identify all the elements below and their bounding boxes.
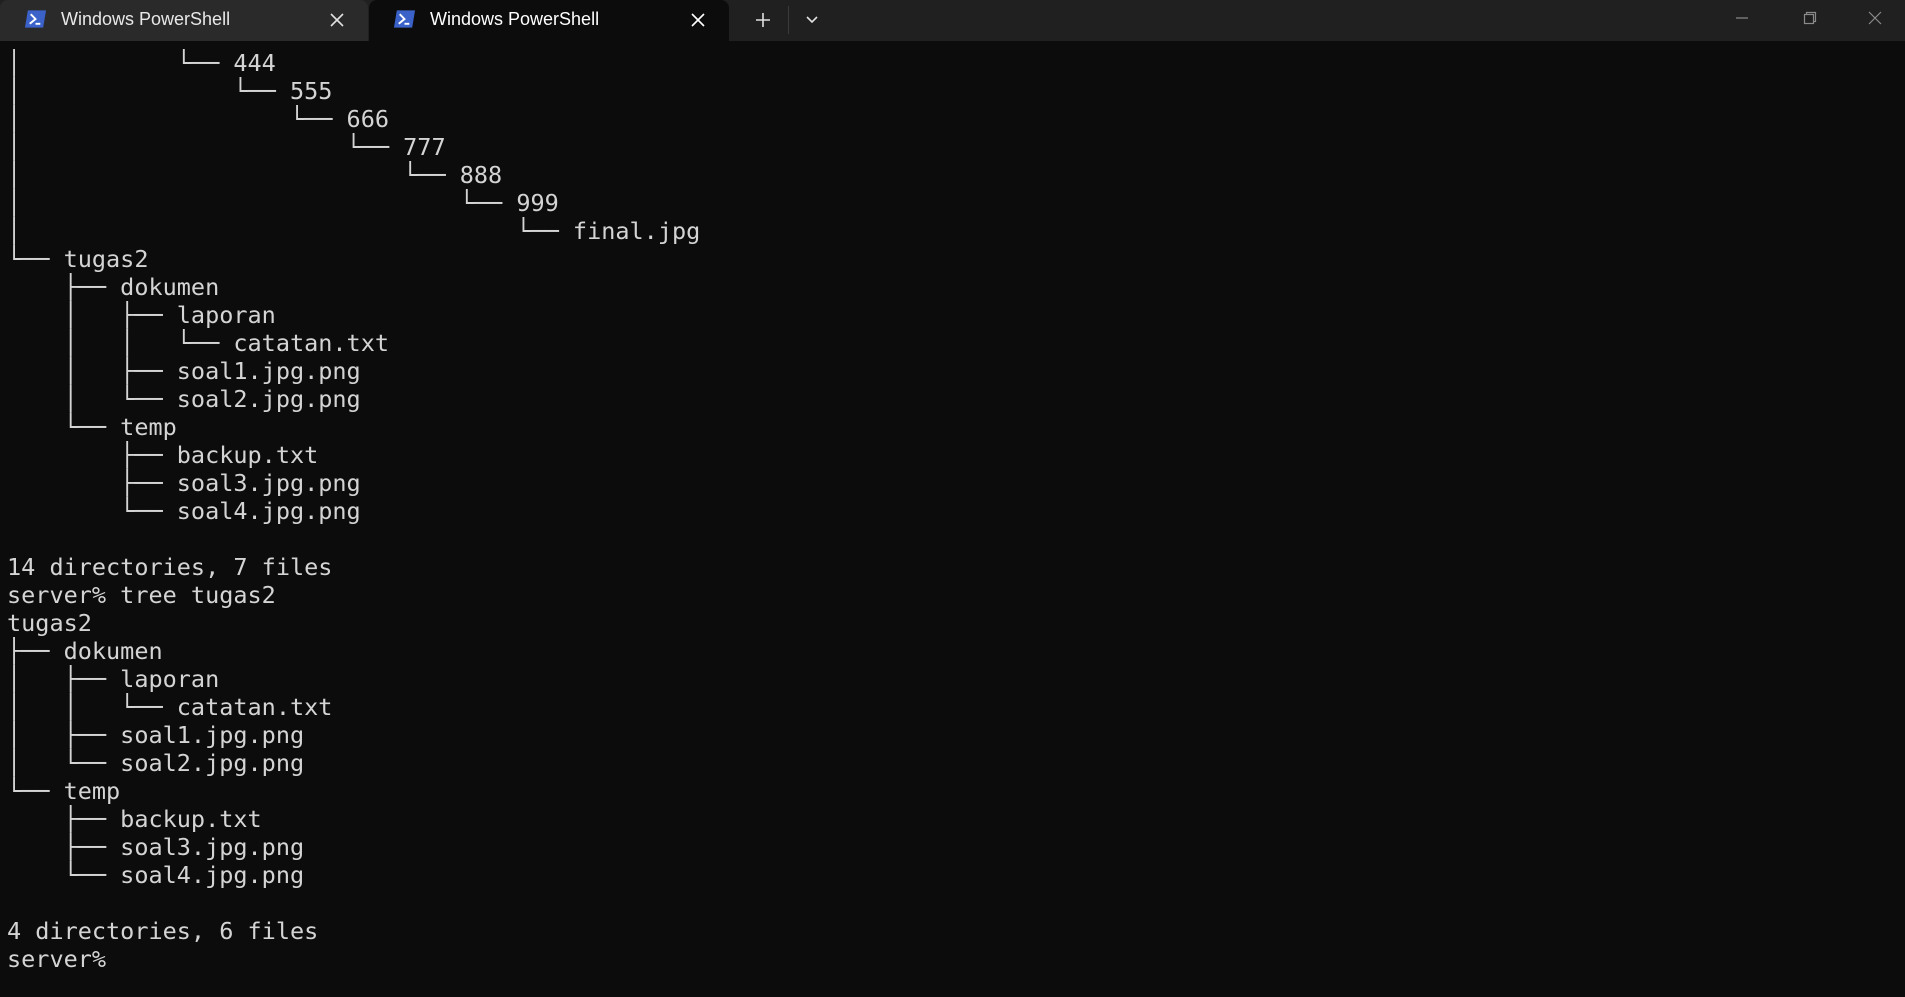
- powershell-icon: [24, 10, 47, 28]
- maximize-button[interactable]: [1776, 0, 1844, 36]
- minimize-icon: [1736, 17, 1748, 19]
- terminal-line: │ ├── laporan: [7, 301, 276, 329]
- terminal-line: ├── backup.txt: [7, 441, 319, 469]
- tab-label: Windows PowerShell: [61, 9, 231, 29]
- terminal-output[interactable]: │ └── 444 │ └── 555 │ └── 666 │ └── 777 …: [7, 49, 1897, 994]
- terminal-line: tugas2: [7, 609, 92, 637]
- terminal-line: server% tree tugas2: [7, 581, 276, 609]
- terminal-line: │ │ └── catatan.txt: [7, 329, 390, 357]
- terminal-line: │ └── 666: [7, 105, 390, 133]
- chevron-down-icon: [806, 16, 818, 24]
- scrollbar[interactable]: [1895, 41, 1905, 997]
- tab-powershell-2[interactable]: Windows PowerShell: [369, 0, 729, 41]
- terminal-line: ├── dokumen: [7, 637, 163, 665]
- tab-powershell-1[interactable]: Windows PowerShell: [0, 0, 368, 41]
- new-tab-button[interactable]: [742, 4, 784, 36]
- terminal-line: │ └── 999: [7, 189, 559, 217]
- terminal-line: │ └── 777: [7, 133, 446, 161]
- close-window-button[interactable]: [1844, 0, 1905, 36]
- terminal-line: └── soal4.jpg.png: [7, 861, 305, 889]
- terminal-line: │ └── soal2.jpg.png: [7, 749, 305, 777]
- terminal-line: ├── soal3.jpg.png: [7, 833, 305, 861]
- tab-dropdown-button[interactable]: [792, 4, 832, 36]
- terminal-prompt: server%: [7, 945, 107, 973]
- title-bar: Windows PowerShell Windows PowerShell: [0, 0, 1905, 41]
- terminal-line: │ └── 444: [7, 49, 276, 77]
- tab-label: Windows PowerShell: [430, 9, 600, 29]
- close-icon: [1868, 11, 1881, 25]
- terminal-line: └── soal4.jpg.png: [7, 497, 361, 525]
- terminal-line: ├── backup.txt: [7, 805, 262, 833]
- terminal-line: │ └── 888: [7, 161, 503, 189]
- terminal-line: └── temp: [7, 413, 177, 441]
- terminal-line: │ ├── soal1.jpg.png: [7, 721, 305, 749]
- terminal-line: └── temp: [7, 777, 121, 805]
- maximize-icon: [1803, 11, 1817, 25]
- plus-icon: [756, 13, 770, 27]
- minimize-button[interactable]: [1708, 0, 1776, 36]
- terminal-line: │ ├── laporan: [7, 665, 220, 693]
- terminal-window: Windows PowerShell Windows PowerShell │ …: [0, 0, 1905, 997]
- powershell-icon: [393, 10, 416, 28]
- terminal-line: │ │ └── catatan.txt: [7, 693, 333, 721]
- terminal-line: 4 directories, 6 files: [7, 917, 319, 945]
- close-tab-icon[interactable]: [328, 11, 346, 29]
- terminal-line: ├── soal3.jpg.png: [7, 469, 361, 497]
- terminal-line: │ └── 555: [7, 77, 333, 105]
- terminal-line: ├── dokumen: [7, 273, 220, 301]
- terminal-line: │ └── final.jpg: [7, 217, 701, 245]
- terminal-line: │ └── soal2.jpg.png: [7, 385, 361, 413]
- close-tab-icon[interactable]: [689, 11, 707, 29]
- terminal-line: 14 directories, 7 files: [7, 553, 333, 581]
- terminal-line: └── tugas2: [7, 245, 149, 273]
- terminal-line: │ ├── soal1.jpg.png: [7, 357, 361, 385]
- tab-divider: [788, 6, 789, 34]
